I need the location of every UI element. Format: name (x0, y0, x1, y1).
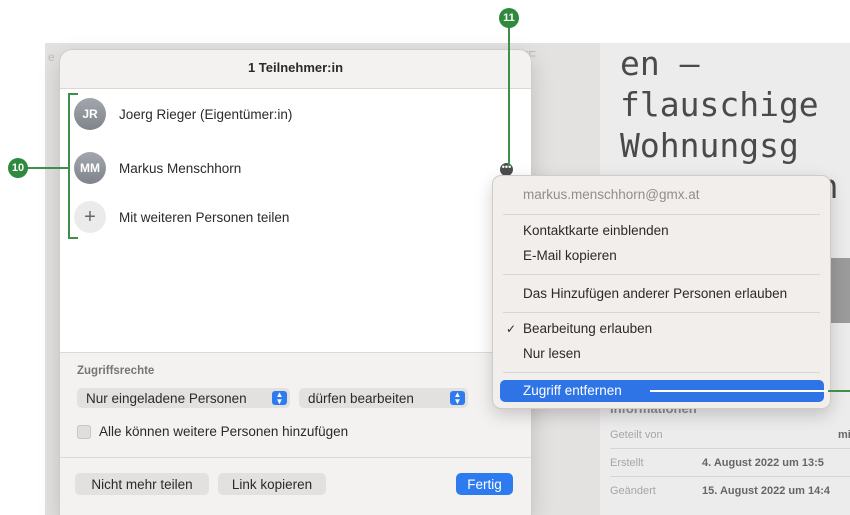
menu-email-header: markus.menschhorn@gmx.at (523, 187, 700, 202)
info-row-created: Erstellt 4. August 2022 um 13:5 (610, 457, 824, 469)
dialog-title: 1 Teilnehmer:in (247, 60, 344, 75)
info-divider (610, 476, 850, 477)
info-value: 15. August 2022 um 14:4 (702, 485, 830, 497)
menu-divider (503, 372, 820, 373)
section-divider (60, 352, 531, 353)
info-row-modified: Geändert 15. August 2022 um 14:4 (610, 485, 830, 497)
menu-divider (503, 274, 820, 275)
menu-divider (503, 312, 820, 313)
callout-connector-right-outer (828, 390, 850, 392)
footer-divider (60, 457, 531, 458)
info-divider (610, 448, 850, 449)
participant-row-owner[interactable]: JR Joerg Rieger (Eigentümer:in) (74, 98, 292, 130)
document-image (830, 258, 850, 323)
checkmark-icon: ✓ (506, 322, 517, 336)
stop-sharing-button[interactable]: Nicht mehr teilen (75, 473, 209, 495)
callout-bracket-top (68, 93, 78, 95)
menu-item-copy-email[interactable]: E-Mail kopieren (523, 248, 617, 263)
callout-bracket-line (68, 93, 70, 239)
more-options-icon[interactable]: ••• (500, 163, 513, 176)
allow-add-option[interactable]: Alle können weitere Personen hinzufügen (77, 424, 348, 439)
callout-badge-11: 11 (499, 8, 519, 28)
info-label: Geändert (610, 485, 656, 497)
info-value: 4. August 2022 um 13:5 (702, 457, 824, 469)
avatar: MM (74, 152, 106, 184)
info-value: mi (838, 429, 850, 441)
allow-add-label: Alle können weitere Personen hinzufügen (99, 424, 349, 439)
add-person-row[interactable]: + Mit weiteren Personen teilen (74, 201, 289, 233)
chevron-updown-icon: ▲ ▼ (272, 391, 287, 406)
add-person-label: Mit weiteren Personen teilen (119, 209, 290, 225)
permission-select-value: dürfen bearbeiten (308, 390, 414, 406)
callout-connector-right (650, 390, 850, 392)
avatar: JR (74, 98, 106, 130)
allow-add-checkbox[interactable] (77, 424, 91, 439)
share-dialog: 1 Teilnehmer:in JR Joerg Rieger (Eigentü… (60, 50, 531, 515)
access-select-value: Nur eingeladene Personen (86, 390, 247, 406)
chevron-updown-icon: ▲ ▼ (450, 391, 465, 406)
info-label: Erstellt (610, 457, 644, 469)
background-ghost-text: e (48, 50, 55, 64)
done-button[interactable]: Fertig (456, 473, 513, 495)
callout-connector-top (508, 25, 510, 166)
participant-context-menu: markus.menschhorn@gmx.at Kontaktkarte ei… (493, 176, 830, 408)
menu-item-show-contact[interactable]: Kontaktkarte einblenden (523, 223, 669, 238)
info-label: Geteilt von (610, 429, 663, 441)
participant-name: Markus Menschhorn (119, 160, 242, 176)
participant-name: Joerg Rieger (Eigentümer:in) (119, 106, 293, 122)
callout-bracket-bottom (68, 237, 78, 239)
participant-row-markus[interactable]: MM Markus Menschhorn (74, 152, 241, 184)
info-row-shared-by: Geteilt von mi (610, 429, 850, 441)
menu-item-allow-editing[interactable]: Bearbeitung erlauben (523, 321, 652, 336)
callout-badge-10: 10 (8, 158, 28, 178)
access-select[interactable]: Nur eingeladene Personen ▲ ▼ (77, 388, 290, 408)
copy-link-button[interactable]: Link kopieren (218, 473, 326, 495)
menu-item-read-only[interactable]: Nur lesen (523, 346, 581, 361)
access-rights-title: Zugriffsrechte (77, 365, 155, 377)
permission-select[interactable]: dürfen bearbeiten ▲ ▼ (299, 388, 468, 408)
remove-access-label: Zugriff entfernen (523, 383, 622, 398)
menu-item-allow-adding[interactable]: Das Hinzufügen anderer Personen erlauben (523, 286, 787, 301)
menu-divider (503, 214, 820, 215)
plus-icon: + (74, 201, 106, 233)
participants-list: JR Joerg Rieger (Eigentümer:in) MM Marku… (60, 89, 531, 352)
callout-connector-left (25, 167, 69, 169)
